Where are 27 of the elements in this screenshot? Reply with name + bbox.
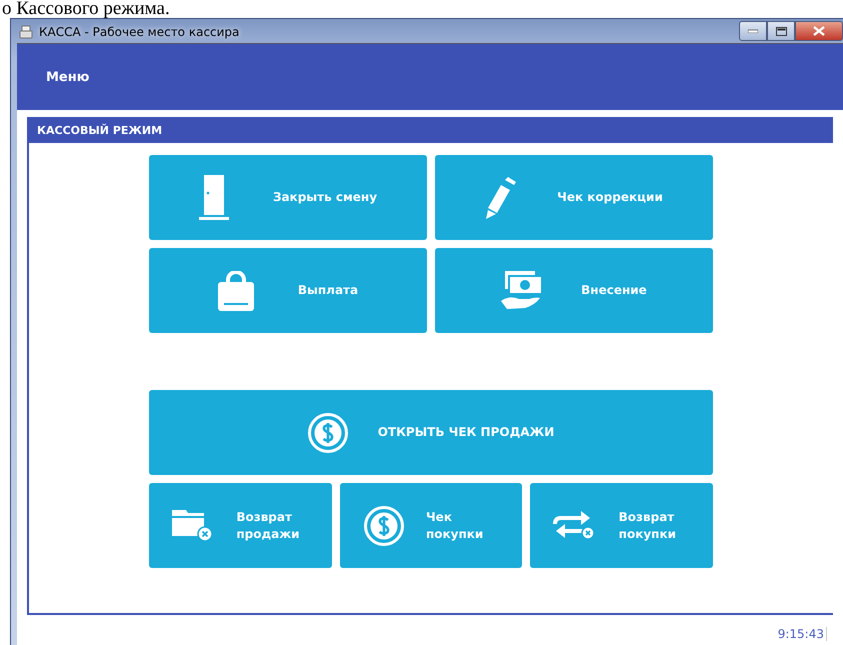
maximize-button[interactable] [767,21,795,41]
document-text: о Кассового режима. [1,0,171,18]
maximize-icon [776,26,786,36]
door-icon [198,174,229,220]
menu-item[interactable]: Меню [46,70,90,84]
action-button[interactable]: Возврат продажи [149,483,332,568]
open-sale-receipt-button[interactable]: ОТКРЫТЬ ЧЕК ПРОДАЖИ [149,390,713,475]
shopping-bag-icon [218,270,254,310]
folder-x-icon [172,510,214,542]
dollar-coin-icon [364,506,404,546]
dollar-coin-icon [308,412,348,452]
clock-time: 9:15:43 [778,627,827,641]
action-button[interactable]: Чек покупки [340,483,522,568]
action-button[interactable]: Закрыть смену [149,155,427,240]
action-button[interactable]: Выплата [149,248,427,333]
close-icon [813,26,825,36]
action-button[interactable]: Внесение [435,248,713,333]
action-button[interactable]: Возврат покупки [530,483,713,568]
money-hand-icon [501,270,542,310]
action-button[interactable]: Чек коррекции [435,155,713,240]
pencil-icon [485,176,518,218]
panel-title: КАССОВЫЙ РЕЖИМ [37,124,162,136]
minimize-icon [748,29,758,33]
window-title: КАССА - Рабочее место кассира [39,25,240,39]
cash-register-icon [19,25,33,39]
close-button[interactable] [795,21,843,41]
minimize-button[interactable] [739,21,767,41]
